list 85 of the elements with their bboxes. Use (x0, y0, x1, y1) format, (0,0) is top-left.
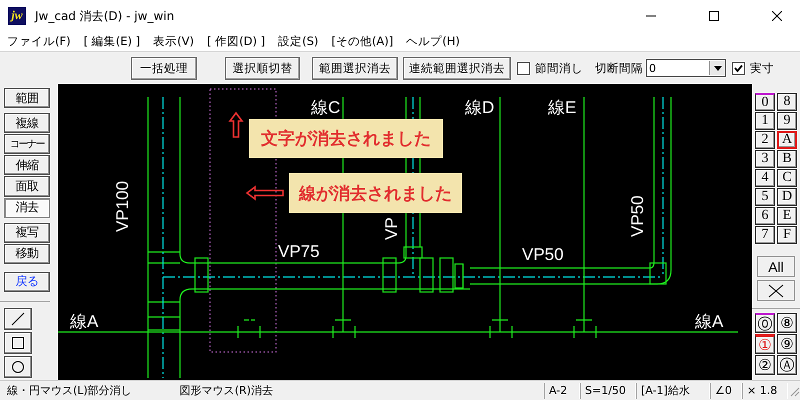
layer-button[interactable]: E (777, 207, 797, 225)
tool-button[interactable]: コーナー (4, 134, 50, 154)
layer-button[interactable]: 2 (755, 131, 775, 149)
check-icon (734, 64, 743, 72)
tool-button[interactable]: 移動 (4, 244, 50, 264)
checkbox-label: 実寸 (750, 60, 774, 76)
menu-item[interactable]: 表示(V) (153, 34, 194, 49)
tool-button[interactable]: 範囲 (4, 88, 50, 108)
tool-button[interactable]: 複線 (4, 113, 50, 134)
menu-item[interactable]: [ 作図(D) ] (206, 34, 266, 49)
layer-button[interactable]: 5 (755, 188, 775, 206)
field-label: 切断間隔 (595, 60, 643, 76)
maximize-icon (709, 11, 719, 21)
drawing-label: 線D (465, 98, 494, 117)
layer-group-button[interactable]: ⓪ (755, 313, 775, 333)
rect-icon (11, 336, 25, 350)
line-tool-button[interactable] (4, 308, 32, 330)
menu-item[interactable]: ファイル(F) (7, 34, 71, 49)
menu-item[interactable]: ヘルプ(H) (406, 34, 460, 49)
tool-button[interactable]: 伸縮 (4, 155, 50, 176)
circle-icon (11, 360, 25, 374)
layer-button[interactable]: 7 (755, 226, 775, 244)
drawing-label: 線A (70, 312, 98, 331)
drawing-label: 線C (311, 98, 340, 117)
rect-tool-button[interactable] (4, 332, 32, 354)
cross-icon (768, 284, 784, 298)
layer-button[interactable]: 9 (777, 112, 797, 130)
status-field: × 1.8 (742, 382, 788, 398)
arrow-icon (246, 185, 284, 201)
layer-button[interactable]: A (777, 131, 797, 149)
resize-grip-icon (788, 384, 800, 396)
checkbox[interactable] (517, 62, 530, 74)
status-field: [A-1]給水 (636, 382, 710, 398)
status-hint: 図形マウス(R)消去 (180, 383, 273, 398)
drawing-label: 線E (548, 98, 576, 117)
layer-group-button[interactable]: ① (755, 334, 775, 354)
toolbar-button[interactable]: 連続範囲選択消去 (403, 56, 511, 80)
layer-button[interactable]: 1 (755, 112, 775, 130)
menu-item[interactable]: [その他(A)] (331, 34, 394, 49)
checkbox-label: 節間消し (535, 60, 583, 76)
layer-button[interactable]: 0 (755, 93, 775, 111)
drawing-label: VP50 (522, 245, 564, 264)
layer-group-button[interactable]: ⑧ (777, 313, 797, 333)
window-title: Jw_cad 消去(D) - jw_win (35, 8, 174, 24)
layer-group-button[interactable]: ② (755, 355, 775, 375)
drawing-label: 線A (695, 312, 724, 331)
dropdown-arrow-icon (714, 66, 722, 70)
layer-button[interactable]: F (777, 226, 797, 244)
layer-group-button[interactable]: Ⓐ (777, 355, 797, 375)
layer-button[interactable]: 4 (755, 169, 775, 187)
menu-item[interactable]: [ 編集(E) ] (84, 34, 140, 49)
menu-item[interactable]: 設定(S) (278, 34, 318, 49)
drawing-label: VP (382, 217, 401, 240)
callout-note: 文字が消去されました (249, 119, 443, 158)
app-icon: jw (8, 7, 26, 25)
undo-button[interactable]: 戻る (4, 272, 50, 292)
layer-button[interactable]: 3 (755, 150, 775, 168)
interval-dropdown[interactable]: 0 (646, 59, 726, 77)
clear-layers-button[interactable] (757, 280, 795, 301)
circle-tool-button[interactable] (4, 356, 32, 378)
tool-button[interactable]: 複写 (4, 222, 50, 243)
layer-button[interactable]: D (777, 188, 797, 206)
close-icon (772, 11, 782, 21)
layer-button[interactable]: B (777, 150, 797, 168)
drawing-label: VP50 (628, 195, 647, 237)
drawing-label: VP75 (278, 242, 320, 261)
toolbar-button[interactable]: 範囲選択消去 (312, 56, 398, 80)
tool-button[interactable]: 面取 (4, 176, 50, 197)
toolbar-button[interactable]: 一括処理 (131, 56, 197, 80)
status-field: ∠0 (710, 382, 742, 398)
status-field: A-2 (544, 382, 580, 398)
status-field: S=1/50 (580, 382, 636, 398)
toolbar-button[interactable]: 選択順切替 (225, 56, 300, 80)
status-hint: 線・円マウス(L)部分消し (7, 383, 132, 398)
checkbox[interactable] (732, 62, 745, 74)
callout-note: 線が消去されました (289, 173, 462, 213)
line-icon (11, 312, 25, 326)
layer-button[interactable]: 8 (777, 93, 797, 111)
arrow-icon (228, 112, 244, 138)
tool-button[interactable]: 消去 (4, 198, 50, 218)
all-layers-button[interactable]: All (757, 256, 795, 277)
layer-button[interactable]: 6 (755, 207, 775, 225)
drawing-label: VP100 (113, 180, 132, 232)
layer-button[interactable]: C (777, 169, 797, 187)
layer-group-button[interactable]: ⑨ (777, 334, 797, 354)
